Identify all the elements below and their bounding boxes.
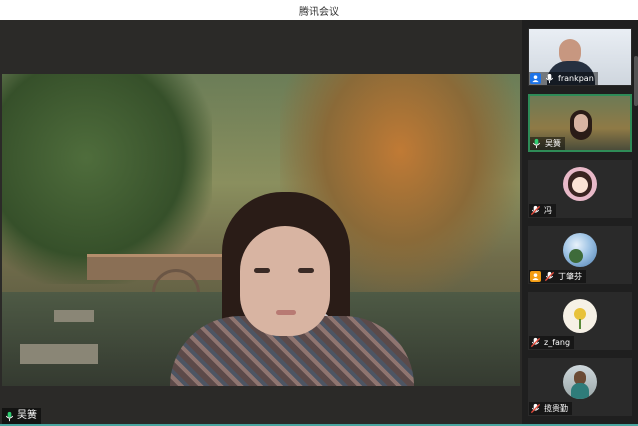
participant-namebar: 冯: [529, 204, 556, 217]
participant-avatar: [563, 365, 597, 399]
microphone-muted-icon: [530, 337, 541, 348]
main-video[interactable]: [2, 74, 520, 386]
participant-tile[interactable]: 丁肇芬: [528, 226, 632, 284]
speaker-person: [170, 192, 414, 386]
speaker-eye: [298, 268, 314, 273]
microphone-icon: [532, 138, 541, 149]
avatar-tree: [569, 249, 583, 263]
participant-name: 揽贵勤: [544, 404, 568, 413]
main-speaker-name: 吴簧: [17, 410, 37, 421]
participant-tile-active[interactable]: 吴簧: [528, 94, 632, 152]
main-speaker-label: 吴簧: [2, 408, 41, 424]
participant-name: frankpan: [558, 74, 594, 83]
main-video-stage[interactable]: 吴簧: [0, 20, 522, 424]
microphone-muted-icon: [530, 205, 541, 216]
participant-avatar: [563, 299, 597, 333]
background-stone: [54, 310, 94, 322]
participant-namebar: 揽贵勤: [529, 402, 572, 415]
participant-namebar: frankpan: [529, 72, 598, 85]
speaker-face: [240, 226, 330, 336]
participants-sidebar[interactable]: frankpan 吴簧 冯 丁肇芬 z_fang 揽贵勤: [522, 20, 638, 424]
participant-namebar: 丁肇芬: [529, 270, 586, 283]
speaker-mouth: [276, 310, 296, 315]
participant-tile[interactable]: z_fang: [528, 292, 632, 350]
speaker-eye: [254, 268, 270, 273]
avatar-face: [572, 177, 588, 193]
participant-avatar: [563, 233, 597, 267]
participant-name: 冯: [544, 206, 552, 215]
participant-tile[interactable]: 揽贵勤: [528, 358, 632, 416]
participant-namebar: 吴簧: [530, 137, 565, 150]
microphone-muted-icon: [544, 271, 555, 282]
sidebar-scrollbar[interactable]: [634, 56, 638, 106]
user-icon: [530, 73, 541, 84]
title-bar: 腾讯会议: [0, 0, 638, 20]
participant-name: z_fang: [544, 338, 571, 347]
avatar-body: [571, 383, 589, 399]
microphone-muted-icon: [530, 403, 541, 414]
window-title: 腾讯会议: [299, 7, 339, 18]
participant-name: 丁肇芬: [558, 272, 582, 281]
microphone-icon: [545, 73, 554, 84]
avatar-stem: [579, 319, 581, 329]
user-icon: [530, 271, 541, 282]
participant-avatar: [563, 167, 597, 201]
participant-tile[interactable]: 冯: [528, 160, 632, 218]
microphone-icon: [5, 411, 14, 421]
participant-name: 吴簧: [545, 139, 561, 148]
participant-namebar: z_fang: [529, 336, 575, 349]
participant-tile-frankpan[interactable]: frankpan: [528, 28, 632, 86]
participant-face: [574, 114, 588, 132]
background-stone: [20, 344, 98, 364]
